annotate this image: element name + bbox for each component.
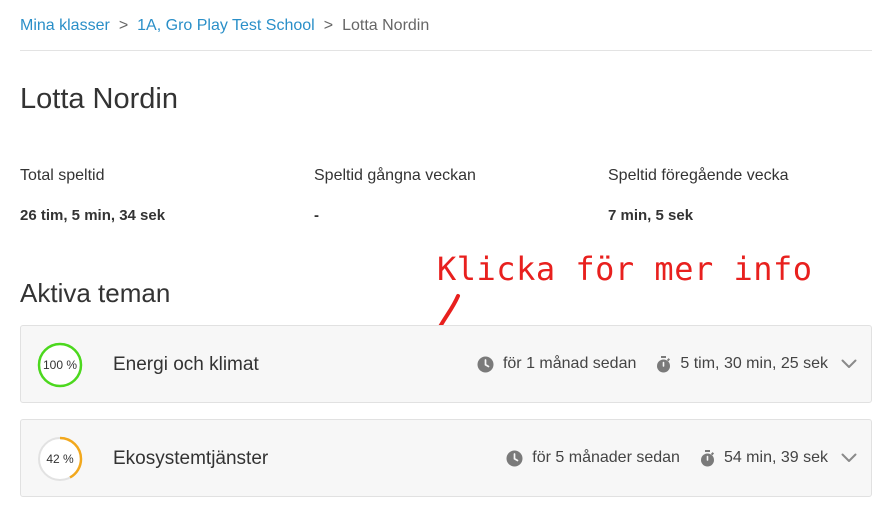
stat-label: Total speltid <box>20 167 105 184</box>
chevron-down-icon[interactable] <box>841 453 857 463</box>
theme-card-ekosystem[interactable]: 42 % Ekosystemtjänster för 5 månader sed… <box>20 419 872 497</box>
theme-name: Ekosystemtjänster <box>113 448 269 469</box>
header-divider <box>20 50 872 51</box>
annotation-text: Klicka för mer info <box>437 250 813 288</box>
total-duration: 5 tim, 30 min, 25 sek <box>680 355 828 372</box>
theme-meta: för 5 månader sedan 54 min, 39 sek <box>506 449 857 467</box>
theme-name: Energi och klimat <box>113 354 259 375</box>
stat-value: 7 min, 5 sek <box>608 207 694 224</box>
stopwatch-icon <box>656 355 671 373</box>
stat-label: Speltid föregående vecka <box>608 167 789 184</box>
stat-value: 26 tim, 5 min, 34 sek <box>20 207 166 224</box>
chevron-down-icon[interactable] <box>841 359 857 369</box>
total-duration: 54 min, 39 sek <box>723 449 828 466</box>
clock-icon <box>506 450 523 467</box>
breadcrumb: Mina klasser > 1A, Gro Play Test School … <box>20 17 429 35</box>
stopwatch-icon <box>700 449 715 467</box>
stat-label: Speltid gångna veckan <box>314 167 476 184</box>
theme-meta: för 1 månad sedan 5 tim, 30 min, 25 sek <box>477 355 857 373</box>
page-title: Lotta Nordin <box>20 83 178 115</box>
progress-label: 42 % <box>46 452 74 466</box>
stat-total-playtime: Total speltid 26 tim, 5 min, 34 sek <box>20 167 165 224</box>
last-played: för 5 månader sedan <box>532 449 680 466</box>
stat-previous-week-playtime: Speltid föregående vecka 7 min, 5 sek <box>608 167 789 224</box>
progress-label: 100 % <box>42 358 78 372</box>
section-title-active-themes: Aktiva teman <box>20 278 171 308</box>
breadcrumb-link-class[interactable]: 1A, Gro Play Test School <box>137 17 315 35</box>
clock-icon <box>477 356 494 373</box>
breadcrumb-separator: > <box>323 17 334 34</box>
stat-value: - <box>314 207 319 224</box>
stat-past-week-playtime: Speltid gångna veckan - <box>314 167 476 224</box>
last-played: för 1 månad sedan <box>502 355 637 372</box>
theme-card-energi[interactable]: 100 % Energi och klimat för 1 månad seda… <box>20 325 872 403</box>
breadcrumb-link-classes[interactable]: Mina klasser <box>20 17 110 35</box>
breadcrumb-current: Lotta Nordin <box>342 17 430 34</box>
breadcrumb-separator: > <box>118 17 129 34</box>
